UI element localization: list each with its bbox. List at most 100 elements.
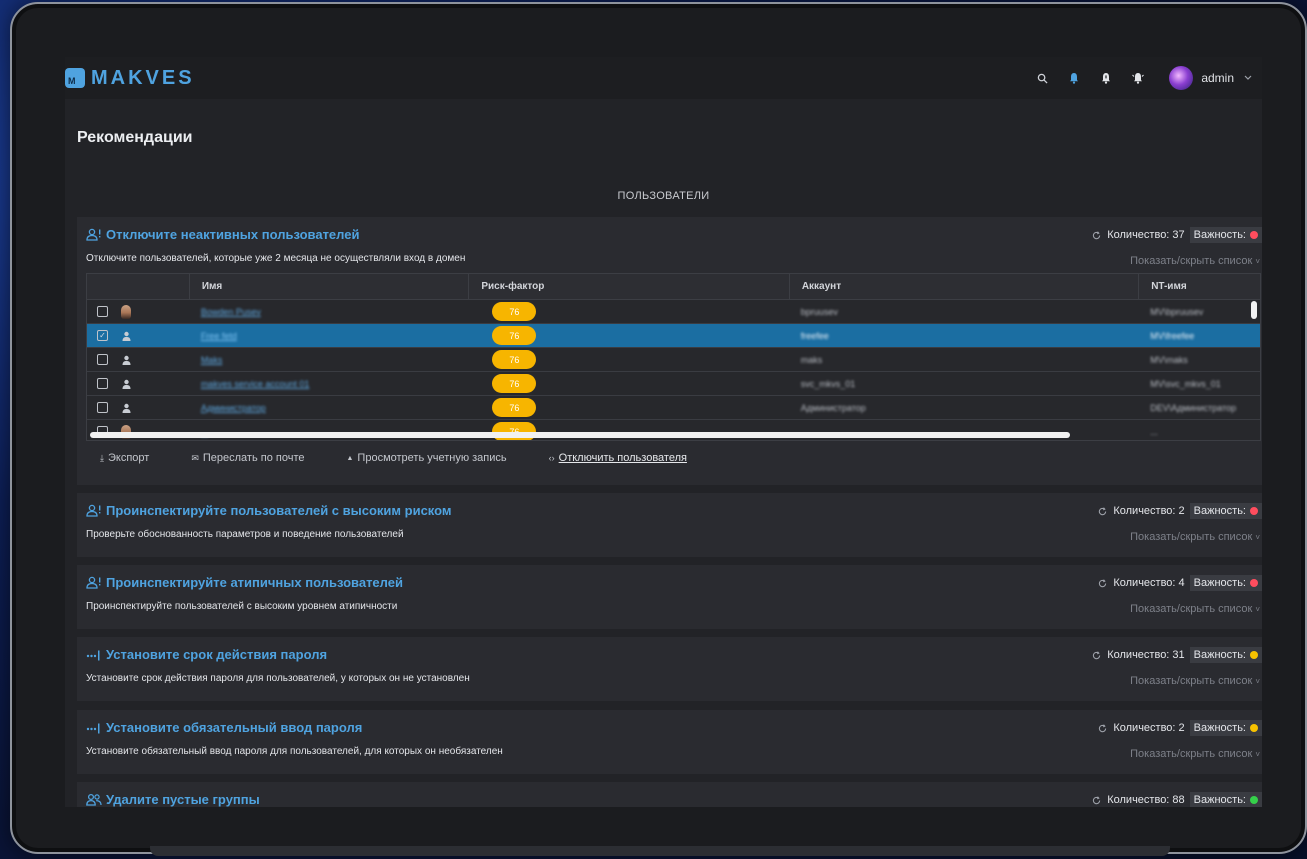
card-meta: Количество: 31 Важность: bbox=[1092, 647, 1262, 663]
refresh-icon[interactable] bbox=[1098, 578, 1107, 588]
user-name-link[interactable]: Администратор bbox=[201, 403, 266, 413]
card-header: Удалите пустые группы bbox=[86, 792, 260, 807]
user-icon bbox=[120, 330, 132, 342]
table-actions: ⤓ Экспорт ✉ Переслать по почте ▲ Просмот… bbox=[100, 452, 729, 464]
app-screen: M MAKVES admin Рекомендации ПОЛЬЗОВАТЕЛИ bbox=[65, 57, 1262, 807]
count-label: Количество: 2 bbox=[1113, 722, 1185, 734]
header-actions: admin bbox=[1035, 57, 1252, 99]
importance-label: Важность: bbox=[1193, 505, 1246, 517]
user-name-link[interactable]: Free fetd bbox=[201, 331, 237, 341]
horizontal-scrollbar[interactable] bbox=[90, 432, 1070, 438]
refresh-icon[interactable] bbox=[1092, 650, 1101, 660]
nt-name-value: ... bbox=[1150, 426, 1158, 437]
importance-badge: Важность: bbox=[1189, 792, 1262, 807]
card-title[interactable]: Установите срок действия пароля bbox=[106, 647, 327, 662]
user-name[interactable]: admin bbox=[1201, 71, 1234, 85]
account-value: Администратор bbox=[800, 402, 866, 413]
row-checkbox[interactable] bbox=[97, 402, 108, 413]
recommendation-card: Проинспектируйте пользователей с высоким… bbox=[77, 493, 1262, 557]
bell-ring-icon[interactable] bbox=[1131, 71, 1145, 85]
col-nt-name[interactable]: NT-имя bbox=[1138, 274, 1260, 300]
toggle-list-link[interactable]: Показать/скрыть список ˅ bbox=[1130, 531, 1260, 543]
nt-name-value: MV\bpruusev bbox=[1150, 306, 1204, 317]
logo[interactable]: M MAKVES bbox=[65, 67, 195, 90]
vertical-scrollbar[interactable] bbox=[1251, 301, 1257, 319]
user-name-link[interactable]: makves service account 01 bbox=[201, 379, 310, 389]
card-header: Проинспектируйте атипичных пользователей bbox=[86, 575, 403, 590]
user-icon: ▲ bbox=[346, 454, 354, 462]
toggle-list-link[interactable]: Показать/скрыть список ˅ bbox=[1130, 675, 1260, 687]
chevron-down-icon[interactable] bbox=[1244, 75, 1252, 81]
card-title[interactable]: Проинспектируйте атипичных пользователей bbox=[106, 575, 403, 590]
risk-badge: 76 bbox=[492, 326, 537, 345]
col-risk[interactable]: Риск-фактор bbox=[468, 274, 788, 300]
toggle-label: Показать/скрыть список bbox=[1130, 531, 1253, 543]
card-title[interactable]: Удалите пустые группы bbox=[106, 792, 260, 807]
toggle-list-link[interactable]: Показать/скрыть список ˅ bbox=[1130, 748, 1260, 760]
table-row[interactable]: ✓ Free fetd 76 freefee MV\freefee bbox=[87, 324, 1260, 348]
table-row[interactable]: Администратор 76 Администратор DEV\Админ… bbox=[87, 396, 1260, 420]
toggle-label: Показать/скрыть список bbox=[1130, 748, 1253, 760]
export-button[interactable]: ⤓ Экспорт bbox=[100, 452, 149, 464]
refresh-icon[interactable] bbox=[1092, 230, 1101, 240]
forward-mail-label: Переслать по почте bbox=[202, 452, 305, 464]
logo-text: MAKVES bbox=[91, 66, 195, 89]
toggle-list-link[interactable]: Показать/скрыть список ˅ bbox=[1130, 603, 1260, 615]
importance-dot bbox=[1250, 724, 1258, 732]
user-photo bbox=[121, 304, 131, 319]
table-row[interactable]: makves service account 01 76 svc_mkvs_01… bbox=[87, 372, 1260, 396]
nt-name-value: DEV\Администратор bbox=[1150, 402, 1237, 413]
bell-icon[interactable] bbox=[1067, 71, 1081, 85]
row-checkbox[interactable] bbox=[97, 306, 108, 317]
account-value: freefee bbox=[800, 330, 829, 341]
disable-user-button[interactable]: ‹› Отключить пользователя bbox=[549, 452, 687, 464]
chevron-down-icon: ˅ bbox=[1255, 677, 1260, 686]
card-header: Установите обязательный ввод пароля bbox=[86, 720, 362, 735]
risk-badge: 76 bbox=[492, 302, 537, 321]
export-label: Экспорт bbox=[107, 452, 150, 464]
recommendation-card: Установите срок действия пароля Установи… bbox=[77, 637, 1262, 701]
user-alert-icon bbox=[86, 504, 102, 517]
row-checkbox[interactable] bbox=[97, 378, 108, 389]
toggle-label: Показать/скрыть список bbox=[1130, 603, 1253, 615]
avatar[interactable] bbox=[1169, 66, 1194, 90]
count-label: Количество: 37 bbox=[1107, 229, 1185, 241]
forward-mail-button[interactable]: ✉ Переслать по почте bbox=[191, 452, 304, 464]
bell-alert-icon[interactable] bbox=[1099, 71, 1113, 85]
card-header: Установите срок действия пароля bbox=[86, 647, 327, 662]
card-meta: Количество: 37 Важность: bbox=[1092, 227, 1262, 243]
refresh-icon[interactable] bbox=[1098, 723, 1107, 733]
group-icon bbox=[86, 793, 102, 806]
user-icon bbox=[120, 354, 132, 366]
search-icon[interactable] bbox=[1035, 71, 1049, 85]
importance-label: Важность: bbox=[1193, 649, 1246, 661]
refresh-icon[interactable] bbox=[1092, 795, 1101, 805]
card-title[interactable]: Отключите неактивных пользователей bbox=[106, 227, 359, 242]
risk-badge: 76 bbox=[492, 398, 537, 417]
user-name-link[interactable]: Maks bbox=[201, 355, 223, 365]
view-account-button[interactable]: ▲ Просмотреть учетную запись bbox=[346, 452, 506, 464]
nt-name-value: MV\maks bbox=[1150, 354, 1188, 365]
mail-icon: ✉ bbox=[191, 452, 199, 463]
importance-label: Важность: bbox=[1193, 229, 1246, 241]
account-value: svc_mkvs_01 bbox=[800, 378, 856, 389]
table-row[interactable]: Bowden Pusev 76 bpruusev MV\bpruusev bbox=[87, 300, 1260, 324]
toggle-list-link[interactable]: Показать/скрыть список ˅ bbox=[1130, 255, 1260, 267]
refresh-icon[interactable] bbox=[1098, 506, 1107, 516]
card-title[interactable]: Установите обязательный ввод пароля bbox=[106, 720, 362, 735]
row-checkbox[interactable]: ✓ bbox=[97, 330, 108, 341]
recommendation-card: Удалите пустые группы Количество: 88 Важ… bbox=[77, 782, 1262, 807]
col-account[interactable]: Аккаунт bbox=[788, 274, 1138, 300]
col-name[interactable]: Имя bbox=[188, 274, 469, 300]
user-icon bbox=[120, 378, 132, 390]
row-checkbox[interactable] bbox=[97, 354, 108, 365]
view-account-label: Просмотреть учетную запись bbox=[357, 452, 507, 464]
table-row[interactable]: Maks 76 maks MV\maks bbox=[87, 348, 1260, 372]
account-value: bpruusev bbox=[800, 306, 838, 317]
card-title[interactable]: Проинспектируйте пользователей с высоким… bbox=[106, 503, 452, 518]
count-label: Количество: 2 bbox=[1113, 505, 1185, 517]
account-value: maks bbox=[800, 354, 823, 365]
user-name-link[interactable]: Bowden Pusev bbox=[201, 307, 261, 317]
logo-mark: M bbox=[65, 68, 85, 88]
card-meta: Количество: 88 Важность: bbox=[1092, 792, 1262, 807]
